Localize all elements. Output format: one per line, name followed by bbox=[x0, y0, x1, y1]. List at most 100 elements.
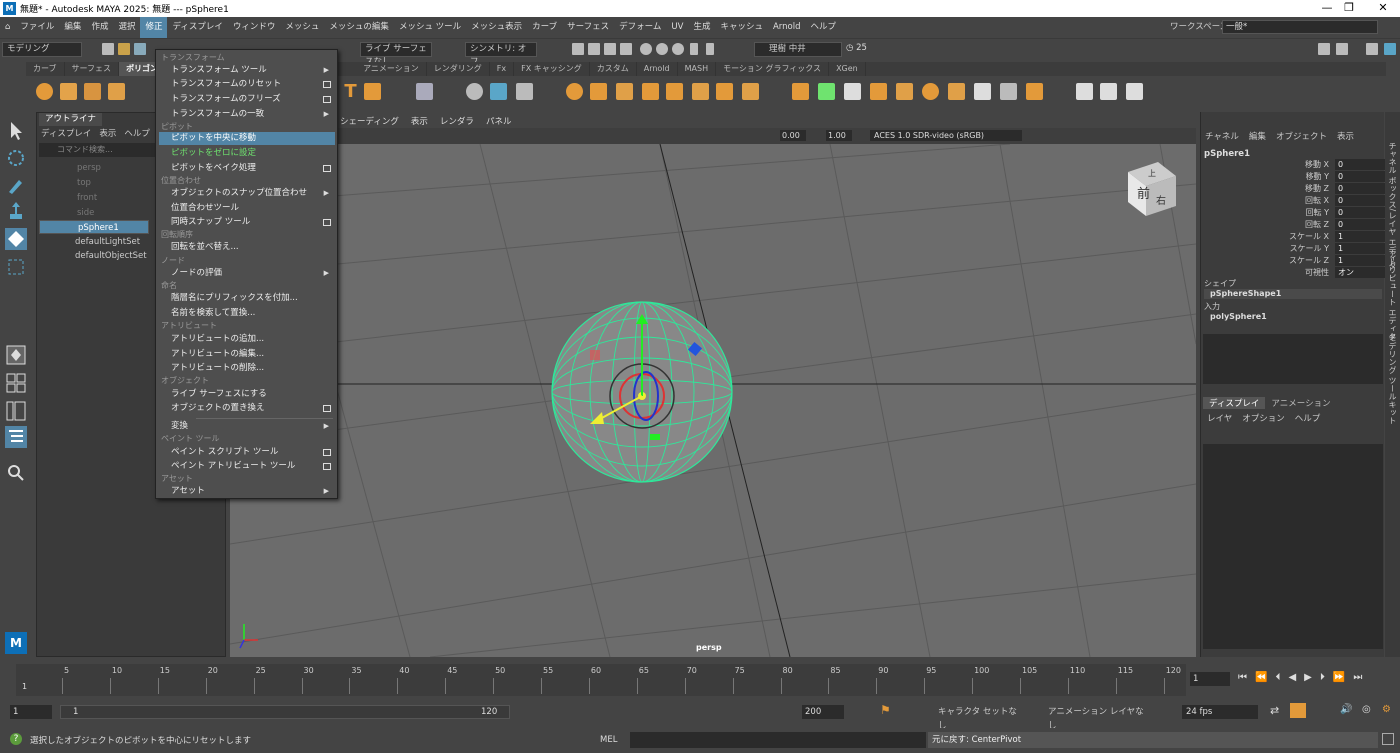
command-input[interactable] bbox=[630, 732, 926, 748]
layer-tab-display[interactable]: ディスプレイ bbox=[1203, 397, 1266, 409]
mode-select[interactable]: モデリング bbox=[2, 42, 82, 57]
animation-layer-select[interactable]: アニメーション レイヤなし bbox=[1036, 705, 1146, 731]
shape-node-name[interactable]: pSphereShape1 bbox=[1204, 289, 1382, 299]
outliner-item-front[interactable]: front bbox=[39, 191, 149, 205]
shelf-tab-fx-caching[interactable]: FX キャッシング bbox=[514, 62, 590, 76]
view-cube[interactable]: 前 右 上 bbox=[1128, 162, 1176, 216]
fps-select[interactable]: 24 fps bbox=[1182, 705, 1258, 719]
current-frame-field[interactable]: 1 bbox=[1190, 672, 1230, 686]
channel-row-rotate-x[interactable]: 回転 X 0 bbox=[1203, 195, 1385, 206]
view-cube-right-label[interactable]: 右 bbox=[1156, 194, 1166, 207]
append-polygon-icon[interactable] bbox=[896, 83, 913, 100]
menu-file[interactable]: ファイル bbox=[15, 17, 59, 38]
menu-replace-objects[interactable]: オブジェクトの置き換え bbox=[159, 402, 335, 415]
soft-select-icon[interactable] bbox=[1126, 83, 1143, 100]
perspective-viewport[interactable]: 前 右 上 persp bbox=[230, 144, 1196, 657]
channel-row-rotate-z[interactable]: 回転 Z 0 bbox=[1203, 219, 1385, 230]
option-box-icon[interactable] bbox=[323, 165, 331, 172]
maximize-button[interactable]: ❐ bbox=[1332, 0, 1366, 17]
range-slider[interactable]: 1 120 bbox=[60, 705, 510, 719]
layer-menu-help[interactable]: ヘルプ bbox=[1295, 412, 1321, 424]
menu-mesh[interactable]: メッシュ bbox=[280, 17, 324, 38]
poly-cone-icon[interactable] bbox=[108, 83, 125, 100]
animation-end-field[interactable]: 200 bbox=[802, 705, 844, 719]
four-view-icon[interactable] bbox=[5, 372, 27, 394]
menu-create[interactable]: 作成 bbox=[86, 17, 113, 38]
menu-edit[interactable]: 編集 bbox=[59, 17, 86, 38]
key-tangent-icon[interactable] bbox=[1290, 703, 1306, 718]
menu-modify[interactable]: 修正 bbox=[140, 17, 168, 38]
channel-row-visibility[interactable]: 可視性 オン bbox=[1203, 267, 1385, 278]
outliner-item-default-object-set[interactable]: defaultObjectSet bbox=[39, 249, 149, 263]
poly-type-icon[interactable]: T bbox=[342, 83, 359, 101]
menu-prefix-hierarchy[interactable]: 階層名にプリフィックスを付加... bbox=[159, 292, 335, 305]
poly-cylinder-icon[interactable] bbox=[84, 83, 101, 100]
menu-uv[interactable]: UV bbox=[666, 17, 688, 38]
arnold-ipr-icon[interactable] bbox=[672, 43, 684, 55]
wedge-icon[interactable] bbox=[922, 83, 939, 100]
menu-mesh-tools[interactable]: メッシュ ツール bbox=[394, 17, 466, 38]
channel-row-translate-y[interactable]: 移動 Y 0 bbox=[1203, 171, 1385, 182]
menu-freeze-transform[interactable]: トランスフォームのフリーズ bbox=[159, 93, 335, 106]
go-to-start-icon[interactable]: ⏮ bbox=[1238, 672, 1247, 683]
shelf-tab-motion-graphics[interactable]: モーション グラフィックス bbox=[716, 62, 830, 76]
symmetry-select[interactable]: シンメトリ: オフ bbox=[465, 42, 537, 67]
home-icon[interactable]: ⌂ bbox=[0, 17, 15, 38]
layer-tab-animation[interactable]: アニメーション bbox=[1265, 397, 1336, 409]
channel-row-translate-x[interactable]: 移動 X 0 bbox=[1203, 159, 1385, 170]
color-space-select[interactable]: ACES 1.0 SDR-video (sRGB) bbox=[870, 130, 1022, 141]
menu-match-transform[interactable]: トランスフォームの一致 ▶ bbox=[159, 108, 335, 121]
modeling-toolkit-icon[interactable] bbox=[1318, 43, 1330, 55]
time-slider[interactable]: 1 5 10 15 20 25 30 35 40 45 50 55 60 65 70 75 80 85 90 95 1… bbox=[16, 664, 1186, 696]
target-weld-icon[interactable] bbox=[844, 83, 861, 100]
outliner-item-psphere1[interactable]: pSphere1 bbox=[39, 220, 149, 234]
notification-count[interactable]: ◷ 25 bbox=[846, 43, 867, 53]
shelf-tab-fx[interactable]: Fx bbox=[490, 62, 515, 76]
menu-snap-together-tool[interactable]: 同時スナップ ツール bbox=[159, 216, 335, 229]
step-forward-key-icon[interactable]: ⏩ bbox=[1333, 672, 1345, 683]
channel-value[interactable]: オン bbox=[1335, 267, 1385, 278]
menu-arnold[interactable]: Arnold bbox=[768, 17, 806, 38]
shelf-tab-xgen[interactable]: XGen bbox=[829, 62, 866, 76]
menu-add-attribute[interactable]: アトリビュートの追加... bbox=[159, 333, 335, 346]
sound-icon[interactable]: 🔊 bbox=[1340, 704, 1352, 715]
svg-icon[interactable] bbox=[364, 83, 381, 100]
quad-draw-icon[interactable] bbox=[1000, 83, 1017, 100]
channel-box-icon[interactable] bbox=[1384, 43, 1396, 55]
shelf-tab-rendering[interactable]: レンダリング bbox=[427, 62, 490, 76]
script-language-toggle[interactable]: MEL bbox=[600, 732, 628, 748]
shelf-tab-arnold[interactable]: Arnold bbox=[637, 62, 678, 76]
search-icon[interactable] bbox=[5, 462, 27, 484]
option-box-icon[interactable] bbox=[323, 96, 331, 103]
bridge-icon[interactable] bbox=[642, 83, 659, 100]
ipr-render-icon[interactable] bbox=[588, 43, 600, 55]
rotate-tool-icon[interactable] bbox=[5, 228, 27, 250]
menu-convert[interactable]: 変換 ▶ bbox=[159, 420, 335, 433]
channel-value[interactable]: 1 bbox=[1335, 255, 1385, 266]
layer-menu-layers[interactable]: レイヤ bbox=[1207, 412, 1232, 424]
shelf-tab-mash[interactable]: MASH bbox=[678, 62, 717, 76]
channel-value[interactable]: 0 bbox=[1335, 207, 1385, 218]
fill-hole-icon[interactable] bbox=[870, 83, 887, 100]
side-tab-attribute-editor[interactable]: アトリビュート エディタ bbox=[1387, 250, 1398, 341]
exposure-field[interactable]: 0.00 bbox=[780, 130, 806, 141]
menu-cache[interactable]: キャッシュ bbox=[715, 17, 768, 38]
poly-cube-icon[interactable] bbox=[60, 83, 77, 100]
option-box-icon[interactable] bbox=[323, 463, 331, 470]
menu-mesh-display[interactable]: メッシュ表示 bbox=[466, 17, 527, 38]
poly-sphere-icon[interactable] bbox=[36, 83, 53, 100]
channel-menu-object[interactable]: オブジェクト bbox=[1276, 130, 1327, 142]
sculpt-icon[interactable] bbox=[1076, 83, 1093, 100]
channel-value[interactable]: 0 bbox=[1335, 195, 1385, 206]
menu-snap-align-objects[interactable]: オブジェクトのスナップ位置合わせ ▶ bbox=[159, 187, 335, 200]
view-cube-front-label[interactable]: 前 bbox=[1137, 186, 1150, 202]
bevel-icon[interactable] bbox=[590, 83, 607, 100]
loop-icon[interactable]: ⇄ bbox=[1270, 704, 1279, 717]
channel-menu-show[interactable]: 表示 bbox=[1337, 130, 1354, 142]
render-view-icon[interactable] bbox=[640, 43, 652, 55]
live-surface-select[interactable]: ライブ サーフェスなし bbox=[360, 42, 432, 67]
menu-delete-attribute[interactable]: アトリビュートの削除... bbox=[159, 362, 335, 375]
menu-deform[interactable]: デフォーム bbox=[614, 17, 666, 38]
maya-home-icon[interactable]: M bbox=[5, 632, 27, 654]
select-tool-icon[interactable] bbox=[5, 120, 27, 142]
